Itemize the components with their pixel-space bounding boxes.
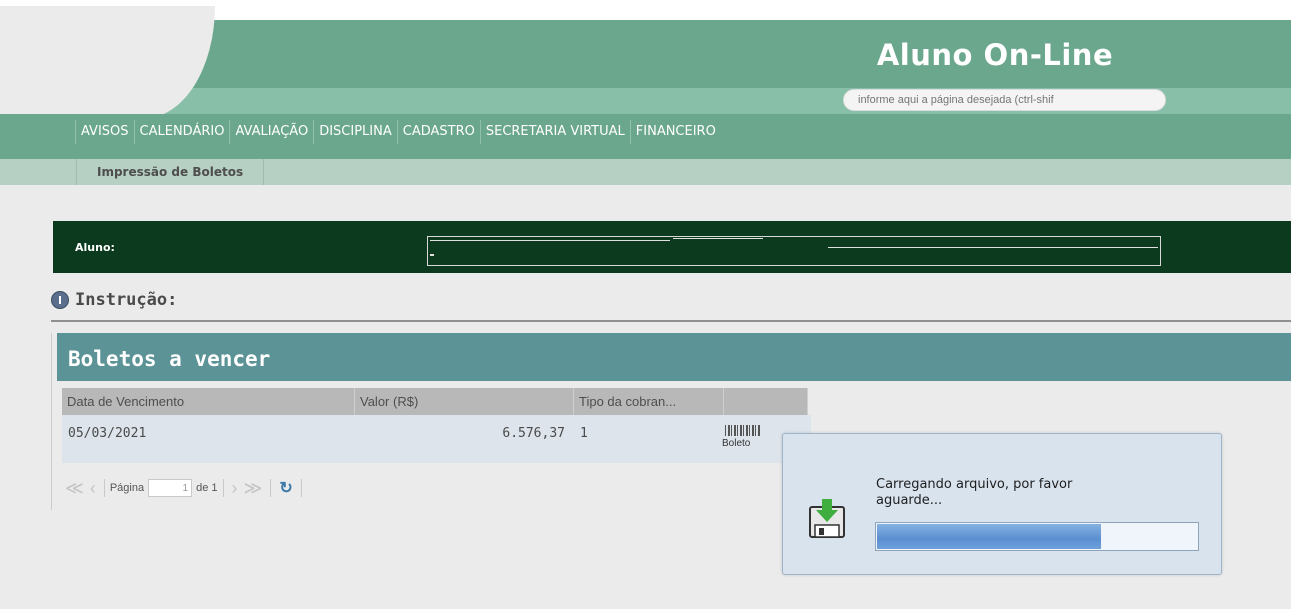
info-icon [51, 291, 69, 309]
main-menu: AVISOS CALENDÁRIO AVALIAÇÃO DISCIPLINA C… [75, 120, 721, 144]
menu-item-avaliacao[interactable]: AVALIAÇÃO [229, 120, 313, 144]
page-total-label: de 1 [196, 482, 218, 494]
pager-separator [103, 479, 105, 497]
menu-item-cadastro[interactable]: CADASTRO [396, 120, 480, 144]
cell-type: 1 [580, 426, 588, 441]
menu-item-calendario[interactable]: CALENDÁRIO [133, 120, 230, 144]
student-name-field [427, 236, 1161, 266]
loading-message: Carregando arquivo, por favor aguarde... [876, 477, 1073, 508]
next-page-icon[interactable]: › [229, 478, 241, 499]
pager-separator [270, 479, 272, 497]
menu-item-secretaria-virtual[interactable]: SECRETARIA VIRTUAL [479, 120, 630, 144]
last-page-icon[interactable]: ≫ [241, 478, 266, 499]
refresh-icon[interactable]: ↻ [276, 478, 295, 498]
grid-header: Data de Vencimento Valor (R$) Tipo da co… [62, 388, 808, 415]
page-number-input[interactable] [148, 479, 193, 497]
loading-progress-bar [875, 522, 1199, 551]
column-header-due-date[interactable]: Data de Vencimento [62, 388, 355, 415]
pager-separator [222, 479, 224, 497]
menu-item-financeiro[interactable]: FINANCEIRO [629, 120, 721, 144]
column-header-action [724, 388, 808, 415]
redaction-line [828, 247, 1158, 248]
table-row[interactable]: 05/03/2021 6.576,37 1 [62, 415, 811, 463]
app-title: Aluno On-Line [876, 38, 1114, 72]
student-label: Aluno: [75, 241, 115, 254]
cell-value: 6.576,37 [502, 426, 565, 441]
panel-title: Boletos a vencer [68, 347, 271, 371]
column-header-type[interactable]: Tipo da cobran... [574, 388, 724, 415]
boleto-button[interactable]: Boleto [722, 425, 770, 453]
menu-item-avisos[interactable]: AVISOS [75, 120, 134, 144]
page-search-input[interactable] [843, 89, 1166, 111]
redaction-mark [430, 254, 434, 256]
first-page-icon[interactable]: ≪ [62, 478, 87, 499]
pager-separator [300, 479, 302, 497]
column-header-value[interactable]: Valor (R$) [355, 388, 574, 415]
progress-fill [877, 524, 1101, 549]
page-label: Página [109, 482, 145, 494]
submenu-item-impressao-boletos[interactable]: Impressão de Boletos [76, 159, 265, 185]
barcode-icon [725, 425, 761, 436]
menu-item-disciplina[interactable]: DISCIPLINA [313, 120, 397, 144]
instruction-label: Instrução: [75, 290, 178, 310]
boleto-label: Boleto [722, 438, 751, 449]
previous-page-icon[interactable]: ‹ [87, 478, 99, 499]
redaction-line [430, 240, 670, 241]
pager: ≪ ‹ Página de 1 › ≫ ↻ [62, 475, 307, 501]
redaction-line [673, 238, 763, 239]
cell-due-date: 05/03/2021 [68, 426, 147, 441]
instruction-divider [51, 320, 1291, 322]
download-disk-icon [807, 497, 847, 539]
